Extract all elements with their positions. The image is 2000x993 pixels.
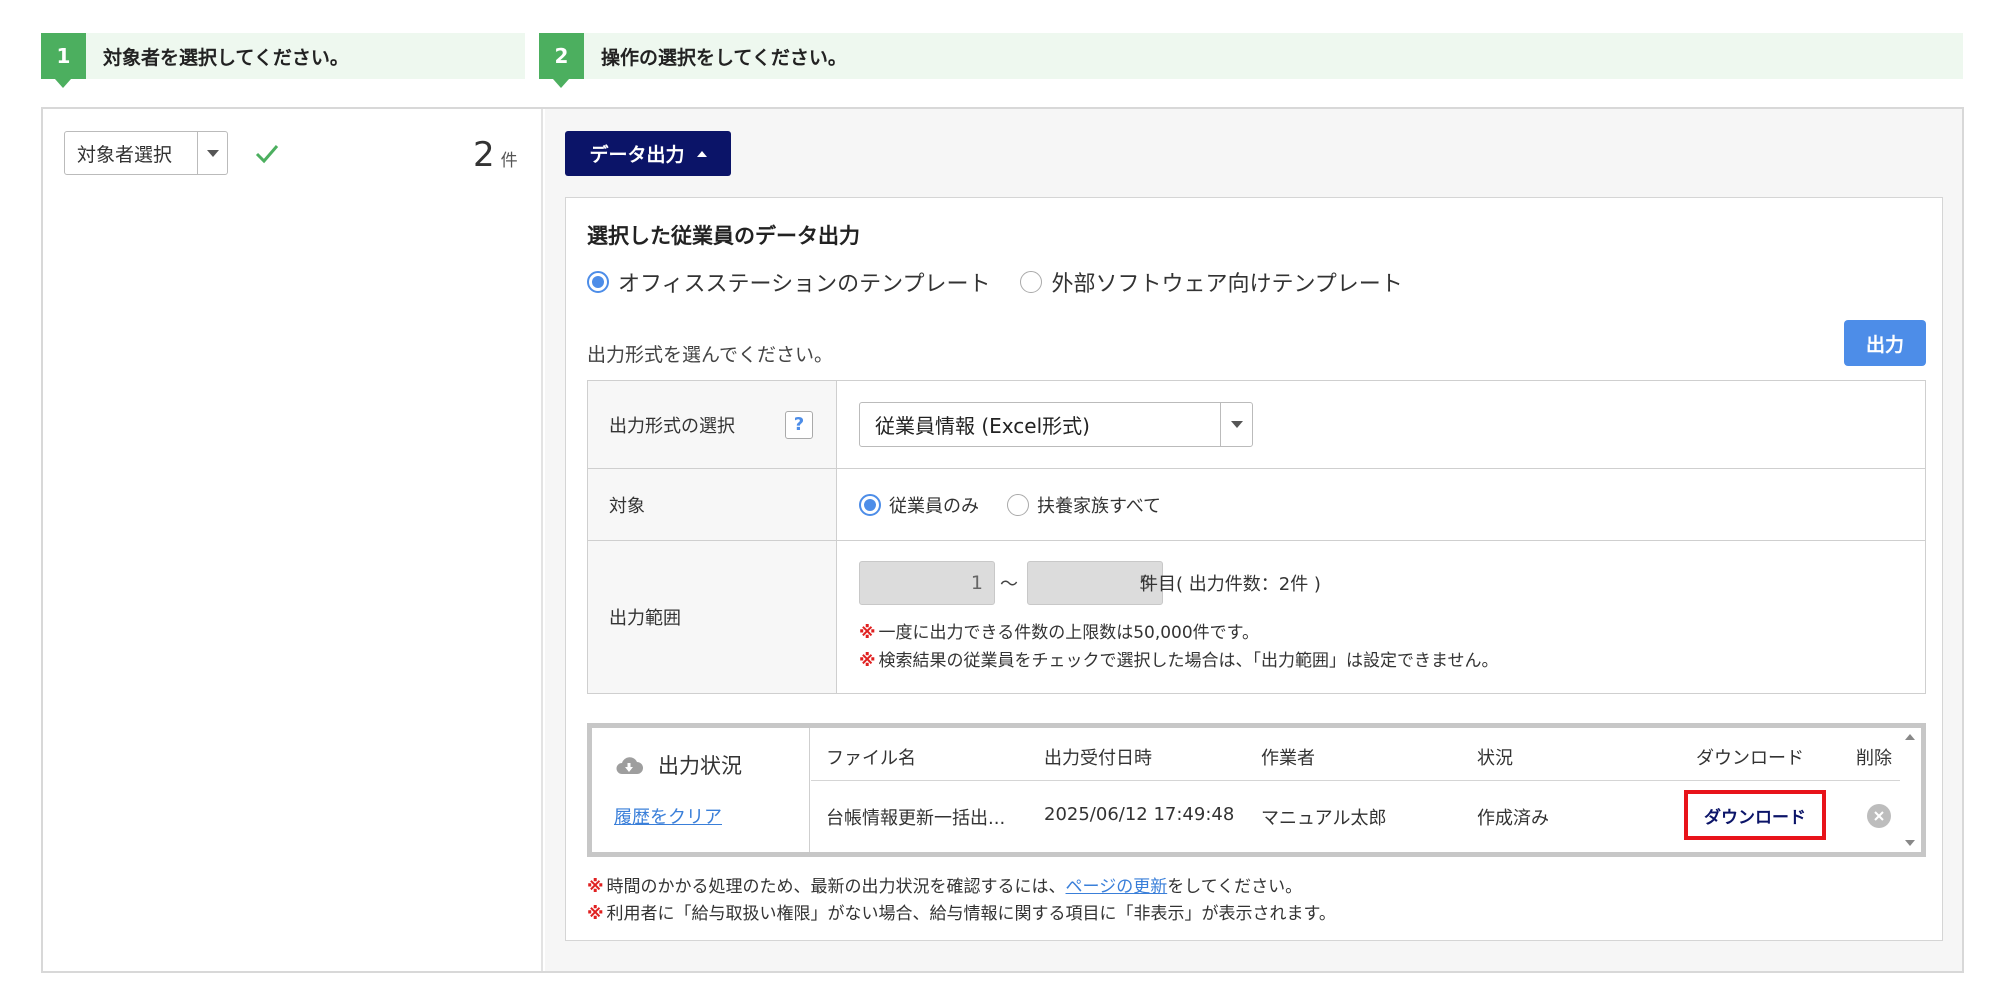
- chevron-up-icon: [696, 150, 707, 157]
- format-value-cell: 従業員情報 (Excel形式): [838, 381, 1925, 468]
- table-cell-file: 台帳情報更新一括出...: [826, 808, 1006, 829]
- chevron-down-icon[interactable]: [1220, 403, 1252, 446]
- target-value-cell: 従業員のみ 扶養家族すべて: [838, 469, 1925, 540]
- template-option-label: オフィスステーションのテンプレート: [618, 272, 991, 297]
- step-2-header: 2 操作の選択をしてください。: [539, 33, 1963, 88]
- note-mark: ※: [587, 904, 604, 924]
- template-option-label: 外部ソフトウェア向けテンプレート: [1051, 272, 1403, 297]
- template-option-external-software[interactable]: 外部ソフトウェア向けテンプレート: [1020, 266, 1403, 298]
- template-option-office-station[interactable]: オフィスステーションのテンプレート: [587, 266, 990, 298]
- table-cell-state: 作成済み: [1477, 808, 1549, 829]
- note-mark: ※: [859, 651, 876, 671]
- footer-note-text: をしてください。: [1167, 877, 1303, 897]
- output-form-table: 出力形式の選択 ? 従業員情報 (Excel形式) 対象 従業員のみ 扶養家族す…: [587, 380, 1926, 694]
- selected-count-unit: 件: [500, 151, 518, 171]
- note-text: 検索結果の従業員をチェックで選択した場合は、「出力範囲」は設定できません。: [878, 651, 1499, 671]
- column-header-file: ファイル名: [826, 748, 916, 769]
- scroll-down-icon[interactable]: [1905, 840, 1915, 846]
- step-1-header: 1 対象者を選択してください。: [41, 33, 525, 88]
- target-select-label: 対象者選択: [77, 143, 173, 166]
- format-row: 出力形式の選択 ? 従業員情報 (Excel形式): [588, 381, 1925, 469]
- range-separator: ～: [1000, 574, 1018, 595]
- scroll-up-icon[interactable]: [1905, 734, 1915, 740]
- range-label: 出力範囲: [588, 541, 837, 693]
- radio-unselected-icon[interactable]: [1007, 493, 1029, 516]
- footer-note-text: 利用者に「給与取扱い権限」がない場合、給与情報に関する項目に「非表示」が表示され…: [606, 904, 1336, 924]
- column-header-date: 出力受付日時: [1044, 748, 1152, 769]
- target-label: 対象: [588, 469, 837, 540]
- column-header-download: ダウンロード: [1696, 748, 1804, 769]
- column-header-delete: 削除: [1856, 748, 1892, 769]
- header-divider: [811, 780, 1905, 781]
- radio-selected-icon[interactable]: [587, 271, 609, 293]
- target-option-label: 扶養家族すべて: [1037, 495, 1162, 517]
- range-row: 出力範囲 1 ～ 5 件目( 出力件数：2件 ) ※ 一度に出力できる件数の上限数…: [588, 541, 1925, 693]
- cloud-download-icon: [616, 757, 643, 774]
- radio-selected-icon[interactable]: [859, 493, 881, 516]
- operation-column: データ出力 選択した従業員のデータ出力 オフィスステーションのテンプレート 外部…: [545, 109, 1962, 971]
- range-note-check: ※ 検索結果の従業員をチェックで選択した場合は、「出力範囲」は設定できません。: [859, 646, 1499, 671]
- status-scrollbar[interactable]: [1900, 728, 1921, 852]
- format-hint: 出力形式を選んでください。: [587, 344, 834, 366]
- clear-history-link[interactable]: 履歴をクリア: [614, 803, 722, 829]
- target-selection-column: 対象者選択 2 件: [43, 109, 543, 971]
- template-radio-group: オフィスステーションのテンプレート 外部ソフトウェア向けテンプレート: [587, 266, 1433, 298]
- panel-title: 選択した従業員のデータ出力: [587, 224, 860, 248]
- footer-note-permission: ※ 利用者に「給与取扱い権限」がない場合、給与情報に関する項目に「非表示」が表示さ…: [587, 899, 1336, 924]
- status-title: 出力状況: [658, 754, 742, 778]
- range-value-cell: 1 ～ 5 件目( 出力件数：2件 ) ※ 一度に出力できる件数の上限数は50,0…: [838, 541, 1925, 693]
- target-option-label: 従業員のみ: [889, 495, 979, 517]
- column-header-state: 状況: [1477, 748, 1513, 769]
- range-note-limit: ※ 一度に出力できる件数の上限数は50,000件です。: [859, 618, 1259, 643]
- output-status-box: 出力状況 履歴をクリア ファイル名 出力受付日時 作業者 状況 ダウンロード 削…: [587, 723, 1926, 857]
- selected-count: 2 件: [473, 135, 518, 175]
- target-select-dropdown[interactable]: 対象者選択: [64, 131, 228, 175]
- target-radio-group: 従業員のみ 扶養家族すべて: [859, 469, 1189, 540]
- chevron-down-icon[interactable]: [197, 132, 227, 174]
- format-label: 出力形式の選択 ?: [588, 381, 837, 468]
- format-select-value: 従業員情報 (Excel形式): [875, 414, 1090, 438]
- page-refresh-link[interactable]: ページの更新: [1066, 877, 1168, 897]
- delete-icon[interactable]: [1867, 804, 1891, 828]
- step-1-label: 対象者を選択してください。: [103, 46, 349, 69]
- download-button[interactable]: ダウンロード: [1684, 790, 1826, 840]
- help-icon[interactable]: ?: [785, 410, 813, 439]
- radio-unselected-icon[interactable]: [1020, 271, 1043, 293]
- format-select-dropdown[interactable]: 従業員情報 (Excel形式): [859, 402, 1253, 447]
- target-row: 対象 従業員のみ 扶養家族すべて: [588, 469, 1925, 541]
- note-text: 一度に出力できる件数の上限数は50,000件です。: [878, 623, 1259, 643]
- status-sidebar: 出力状況 履歴をクリア: [592, 728, 810, 852]
- note-mark: ※: [587, 877, 604, 897]
- checkmark-icon: [255, 145, 279, 164]
- status-table: ファイル名 出力受付日時 作業者 状況 ダウンロード 削除 台帳情報更新一括出.…: [811, 728, 1905, 852]
- step-1-number: 1: [41, 33, 86, 88]
- step-2-number: 2: [539, 33, 584, 88]
- data-output-panel: 選択した従業員のデータ出力 オフィスステーションのテンプレート 外部ソフトウェア…: [565, 197, 1943, 941]
- range-from-input[interactable]: 1: [859, 561, 995, 605]
- data-output-button[interactable]: データ出力: [565, 131, 731, 176]
- format-label-text: 出力形式の選択: [609, 415, 735, 437]
- close-icon: [1874, 811, 1884, 821]
- range-suffix: 件目( 出力件数：2件 ): [1140, 574, 1321, 595]
- main-container: 対象者選択 2 件 データ出力 選択した従業員のデータ出力 オフィスステーション…: [41, 107, 1964, 973]
- note-mark: ※: [859, 623, 876, 643]
- footer-note-text: 時間のかかる処理のため、最新の出力状況を確認するには、: [606, 877, 1066, 897]
- output-button[interactable]: 出力: [1844, 320, 1926, 366]
- target-option-employees-only[interactable]: 従業員のみ: [859, 492, 979, 518]
- table-cell-worker: マニュアル太郎: [1261, 808, 1387, 829]
- target-option-all-dependents[interactable]: 扶養家族すべて: [1007, 492, 1161, 518]
- table-cell-date: 2025/06/12 17:49:48: [1044, 804, 1235, 825]
- data-output-label: データ出力: [589, 144, 685, 166]
- footer-note-refresh: ※ 時間のかかる処理のため、最新の出力状況を確認するには、ページの更新をしてくださ…: [587, 872, 1302, 897]
- step-2-label: 操作の選択をしてください。: [601, 46, 847, 69]
- column-header-worker: 作業者: [1261, 748, 1315, 769]
- selected-count-value: 2: [473, 135, 495, 175]
